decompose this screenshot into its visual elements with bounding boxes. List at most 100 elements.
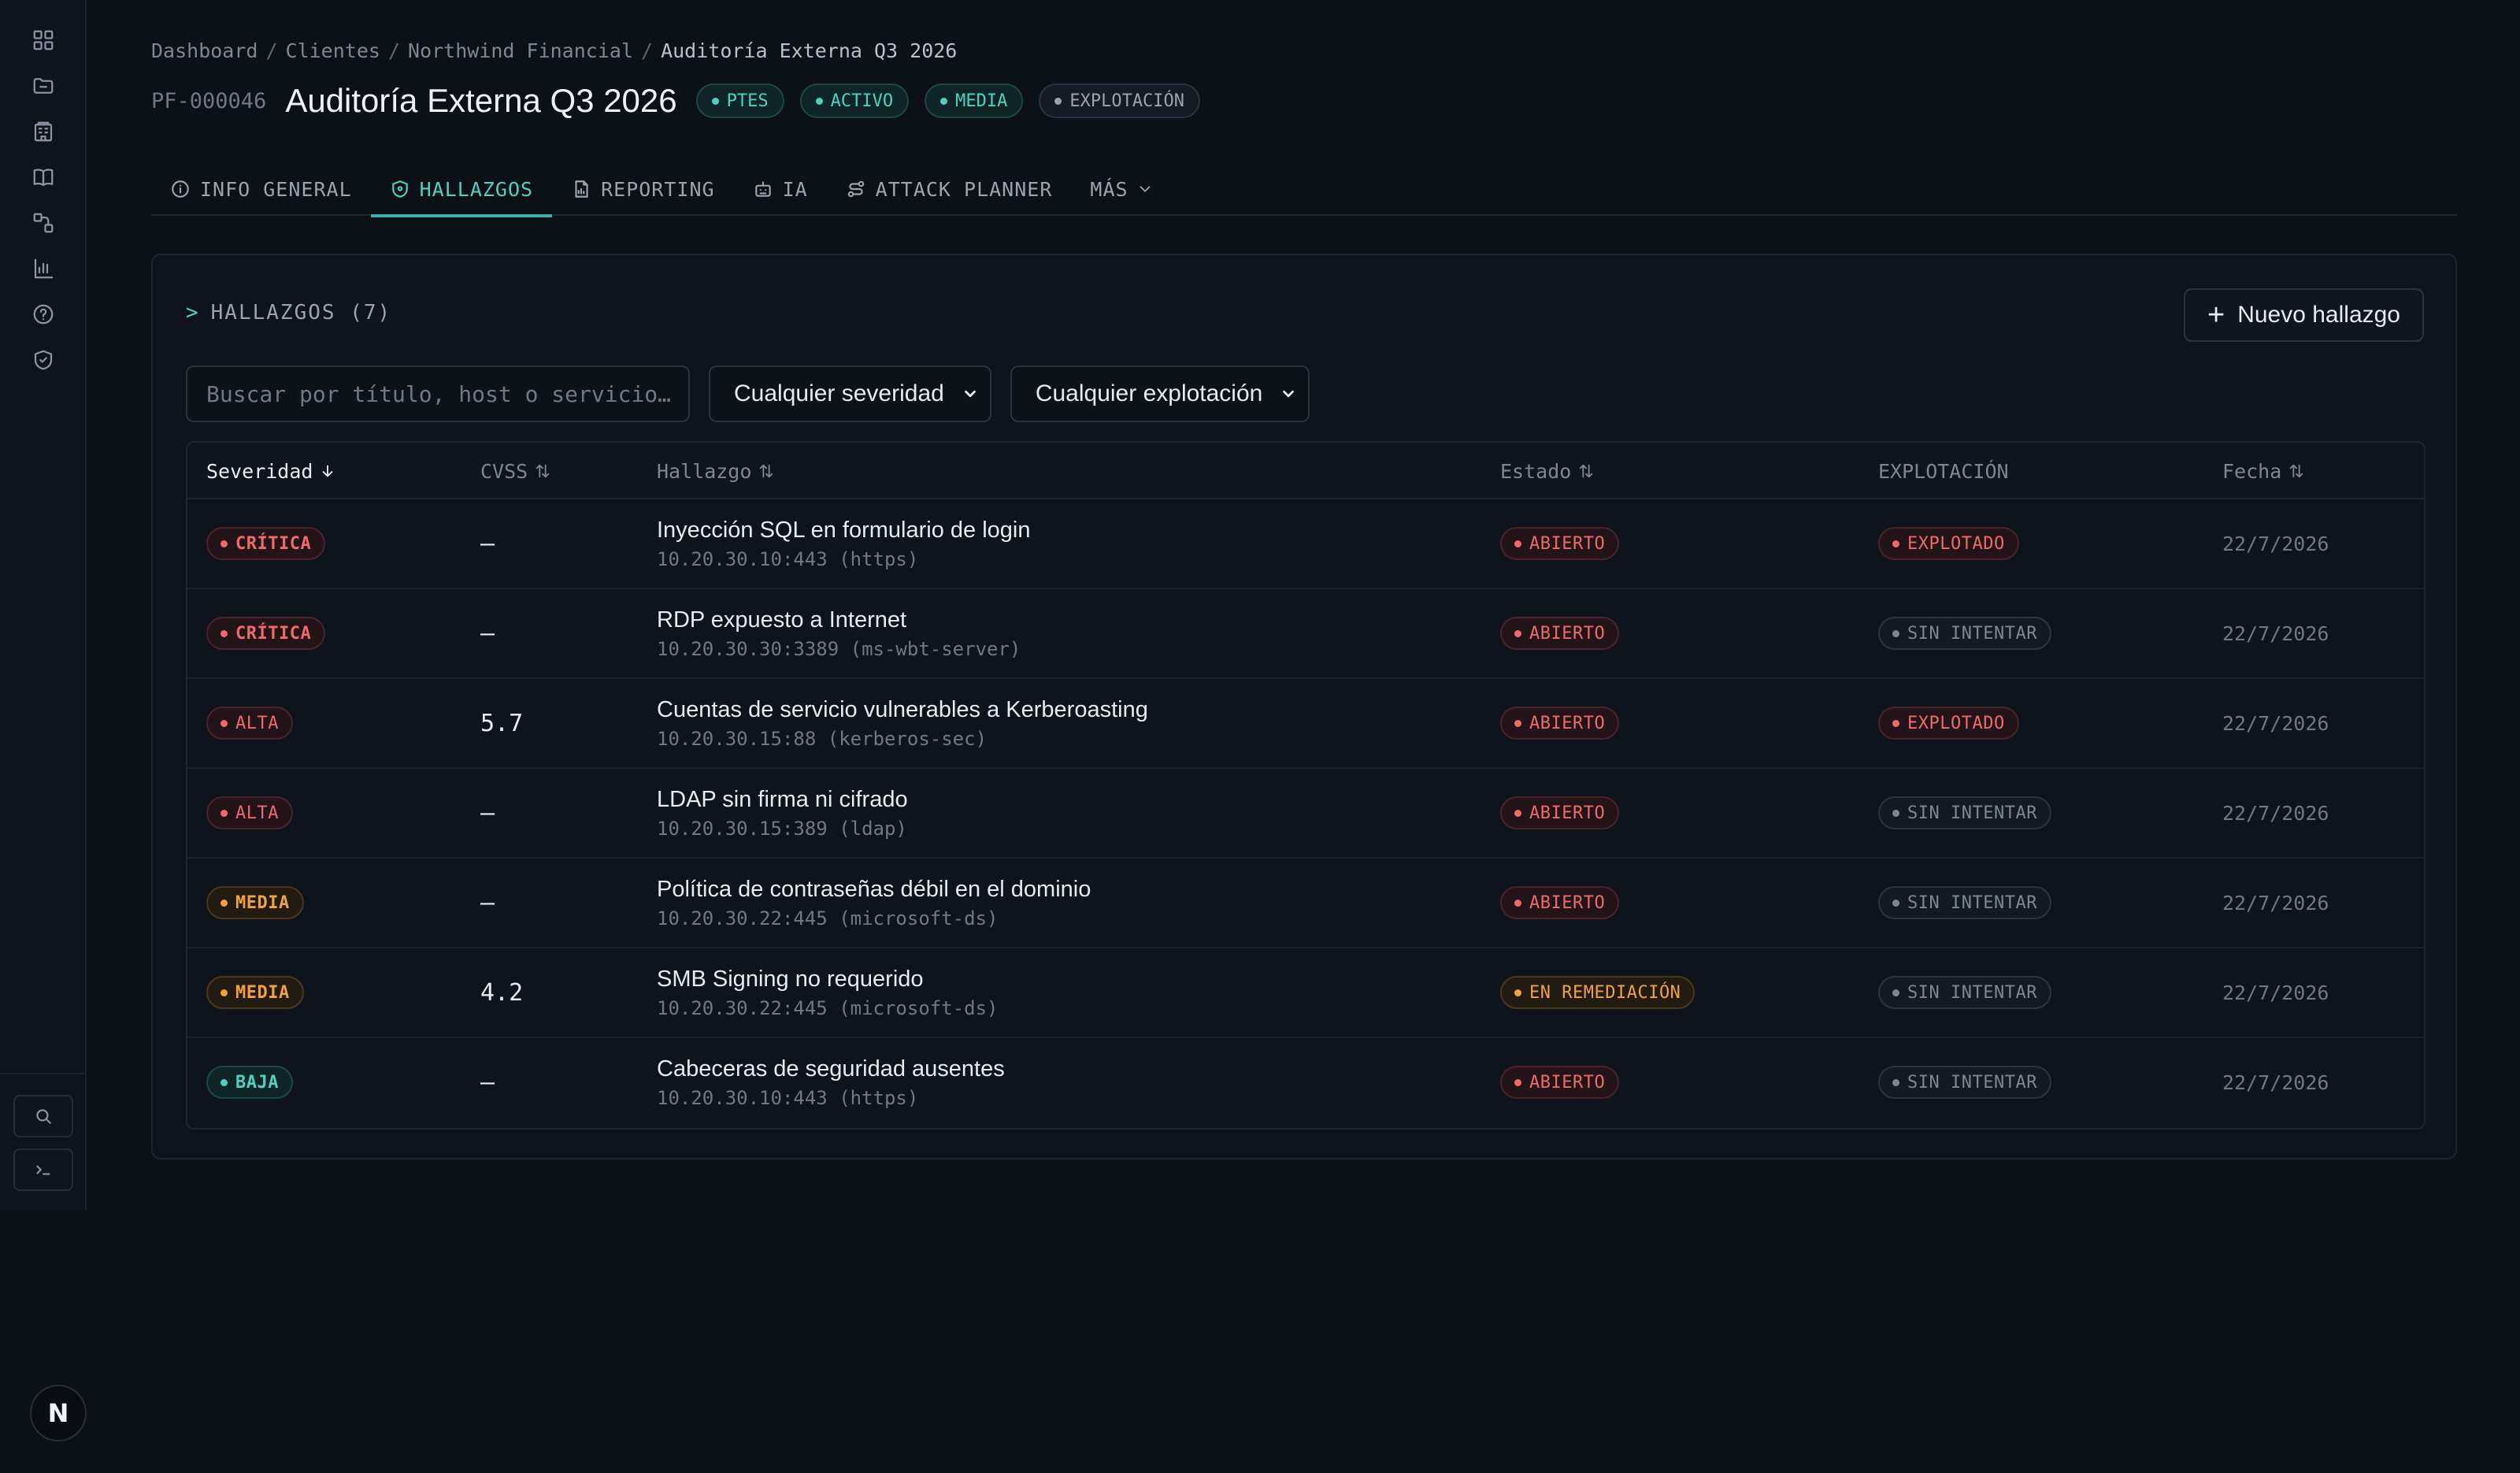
table-row[interactable]: MEDIA 4.2 SMB Signing no requerido 10.20… [187,948,2424,1038]
severity-badge: CRÍTICA [206,527,326,560]
sort-icon [536,464,550,478]
sort-icon [760,464,773,478]
tab-hallazgos[interactable]: HALLAZGOS [370,162,553,217]
date-cell: 22/7/2026 [2222,801,2329,825]
new-finding-button[interactable]: + Nuevo hallazgo [2183,288,2424,342]
finding-host: 10.20.30.15:389 (ldap) [657,817,907,840]
date-cell: 22/7/2026 [2222,711,2329,735]
finding-cell: LDAP sin firma ni cifrado 10.20.30.15:38… [657,769,908,857]
breadcrumb-dashboard[interactable]: Dashboard [151,39,258,62]
finding-title[interactable]: SMB Signing no requerido [657,967,924,993]
cvss-score: – [480,619,495,647]
status-badge: ABIERTO [1500,527,1620,560]
page-title: Auditoría Externa Q3 2026 [285,82,677,119]
severity-select[interactable]: Cualquier severidad [709,365,991,422]
header-exploitation: EXPLOTACIÓN [1878,459,2009,483]
header-cvss[interactable]: CVSS [480,443,551,499]
date-cell: 22/7/2026 [2222,981,2329,1004]
header-status[interactable]: Estado [1500,443,1595,499]
filter-bar: Buscar por título, host o servicio… Cual… [186,365,1329,422]
tab-mas[interactable]: MÁS [1071,162,1172,216]
finding-host: 10.20.30.10:443 (https) [657,547,919,570]
table-row[interactable]: ALTA 5.7 Cuentas de servicio vulnerables… [187,679,2424,769]
finding-title[interactable]: Inyección SQL en formulario de login [657,518,1030,544]
finding-cell: Inyección SQL en formulario de login 10.… [657,499,1030,588]
exploitation-badge: EXPLOTADO [1878,707,2019,740]
help-icon[interactable] [0,291,87,337]
exploitation-select[interactable]: Cualquier explotación [1010,365,1310,422]
finding-host: 10.20.30.22:445 (microsoft-ds) [657,907,999,929]
status-badge: EN REMEDIACIÓN [1500,976,1695,1009]
severity-badge: MEDIA [206,976,304,1009]
phase-chip: EXPLOTACIÓN [1039,83,1201,118]
cvss-score: – [480,799,495,827]
shield-icon [391,180,408,198]
table-header: Severidad CVSS Hallazgo Estado EXPLOTACI… [187,443,2424,499]
dashboard-icon[interactable] [0,17,87,63]
table-row[interactable]: ALTA – LDAP sin firma ni cifrado 10.20.3… [187,769,2424,859]
finding-title[interactable]: Cabeceras de seguridad ausentes [657,1056,1005,1082]
terminal-button[interactable] [13,1148,73,1191]
finding-host: 10.20.30.22:445 (microsoft-ds) [657,996,999,1019]
cvss-score: – [480,1068,495,1096]
header-severity[interactable]: Severidad [206,443,336,499]
status-badge: ABIERTO [1500,707,1620,740]
folder-icon[interactable] [0,63,87,109]
finding-cell: RDP expuesto a Internet 10.20.30.30:3389… [657,589,1021,677]
date-cell: 22/7/2026 [2222,532,2329,555]
table-row[interactable]: MEDIA – Política de contraseñas débil en… [187,859,2424,948]
severity-badge: CRÍTICA [206,617,326,650]
bar-chart-icon[interactable] [0,246,87,291]
table-row[interactable]: BAJA – Cabeceras de seguridad ausentes 1… [187,1038,2424,1128]
book-icon[interactable] [0,154,87,200]
tab-bar: INFO GENERAL HALLAZGOS REPORTING IA ATTA… [151,162,2457,217]
severity-badge: BAJA [206,1066,293,1099]
building-icon[interactable] [0,109,87,154]
chevron-down-icon [1283,390,1295,398]
header-date[interactable]: Fecha [2222,443,2305,499]
finding-cell: Cabeceras de seguridad ausentes 10.20.30… [657,1038,1005,1126]
route-icon [847,180,864,198]
tab-reporting[interactable]: REPORTING [552,162,733,216]
breadcrumb-client[interactable]: Northwind Financial [408,39,633,62]
panel-heading: > HALLAZGOS (7) [186,301,392,325]
findings-panel: > HALLAZGOS (7) + Nuevo hallazgo Buscar p… [151,254,2457,1159]
search-icon [36,1109,51,1124]
search-button[interactable] [13,1095,73,1137]
robot-icon [754,181,771,197]
chevron-down-icon [1140,186,1150,192]
finding-title[interactable]: Política de contraseñas débil en el domi… [657,877,1091,903]
table-row[interactable]: CRÍTICA – Inyección SQL en formulario de… [187,499,2424,589]
date-cell: 22/7/2026 [2222,1070,2329,1094]
status-badge: ABIERTO [1500,796,1620,829]
title-row: PF-000046 Auditoría Externa Q3 2026 PTES… [151,79,1216,123]
sort-icon [1580,464,1593,478]
sidebar [0,0,87,1210]
breadcrumb-current: Auditoría Externa Q3 2026 [661,39,958,62]
arrow-down-icon [323,465,333,477]
avatar[interactable]: N [30,1385,87,1441]
finding-cell: Política de contraseñas débil en el domi… [657,859,1091,947]
status-chip: ACTIVO [799,83,910,118]
terminal-icon [36,1165,50,1175]
severity-badge: MEDIA [206,886,304,919]
exploitation-badge: EXPLOTADO [1878,527,2019,560]
search-input[interactable]: Buscar por título, host o servicio… [186,365,690,422]
workflow-icon[interactable] [0,200,87,246]
tab-attack-planner[interactable]: ATTACK PLANNER [827,162,1072,216]
finding-title[interactable]: LDAP sin firma ni cifrado [657,787,908,813]
status-badge: ABIERTO [1500,886,1620,919]
header-finding[interactable]: Hallazgo [657,443,775,499]
info-icon [172,180,189,198]
breadcrumb-clientes[interactable]: Clientes [286,39,380,62]
shield-check-icon[interactable] [0,337,87,383]
project-id: PF-000046 [151,88,267,113]
exploitation-badge: SIN INTENTAR [1878,886,2051,919]
tab-ia[interactable]: IA [734,162,827,216]
finding-title[interactable]: Cuentas de servicio vulnerables a Kerber… [657,697,1148,723]
tab-info-general[interactable]: INFO GENERAL [151,162,371,216]
exploitation-badge: SIN INTENTAR [1878,1066,2051,1099]
table-row[interactable]: CRÍTICA – RDP expuesto a Internet 10.20.… [187,589,2424,679]
exploitation-badge: SIN INTENTAR [1878,796,2051,829]
finding-title[interactable]: RDP expuesto a Internet [657,607,906,633]
